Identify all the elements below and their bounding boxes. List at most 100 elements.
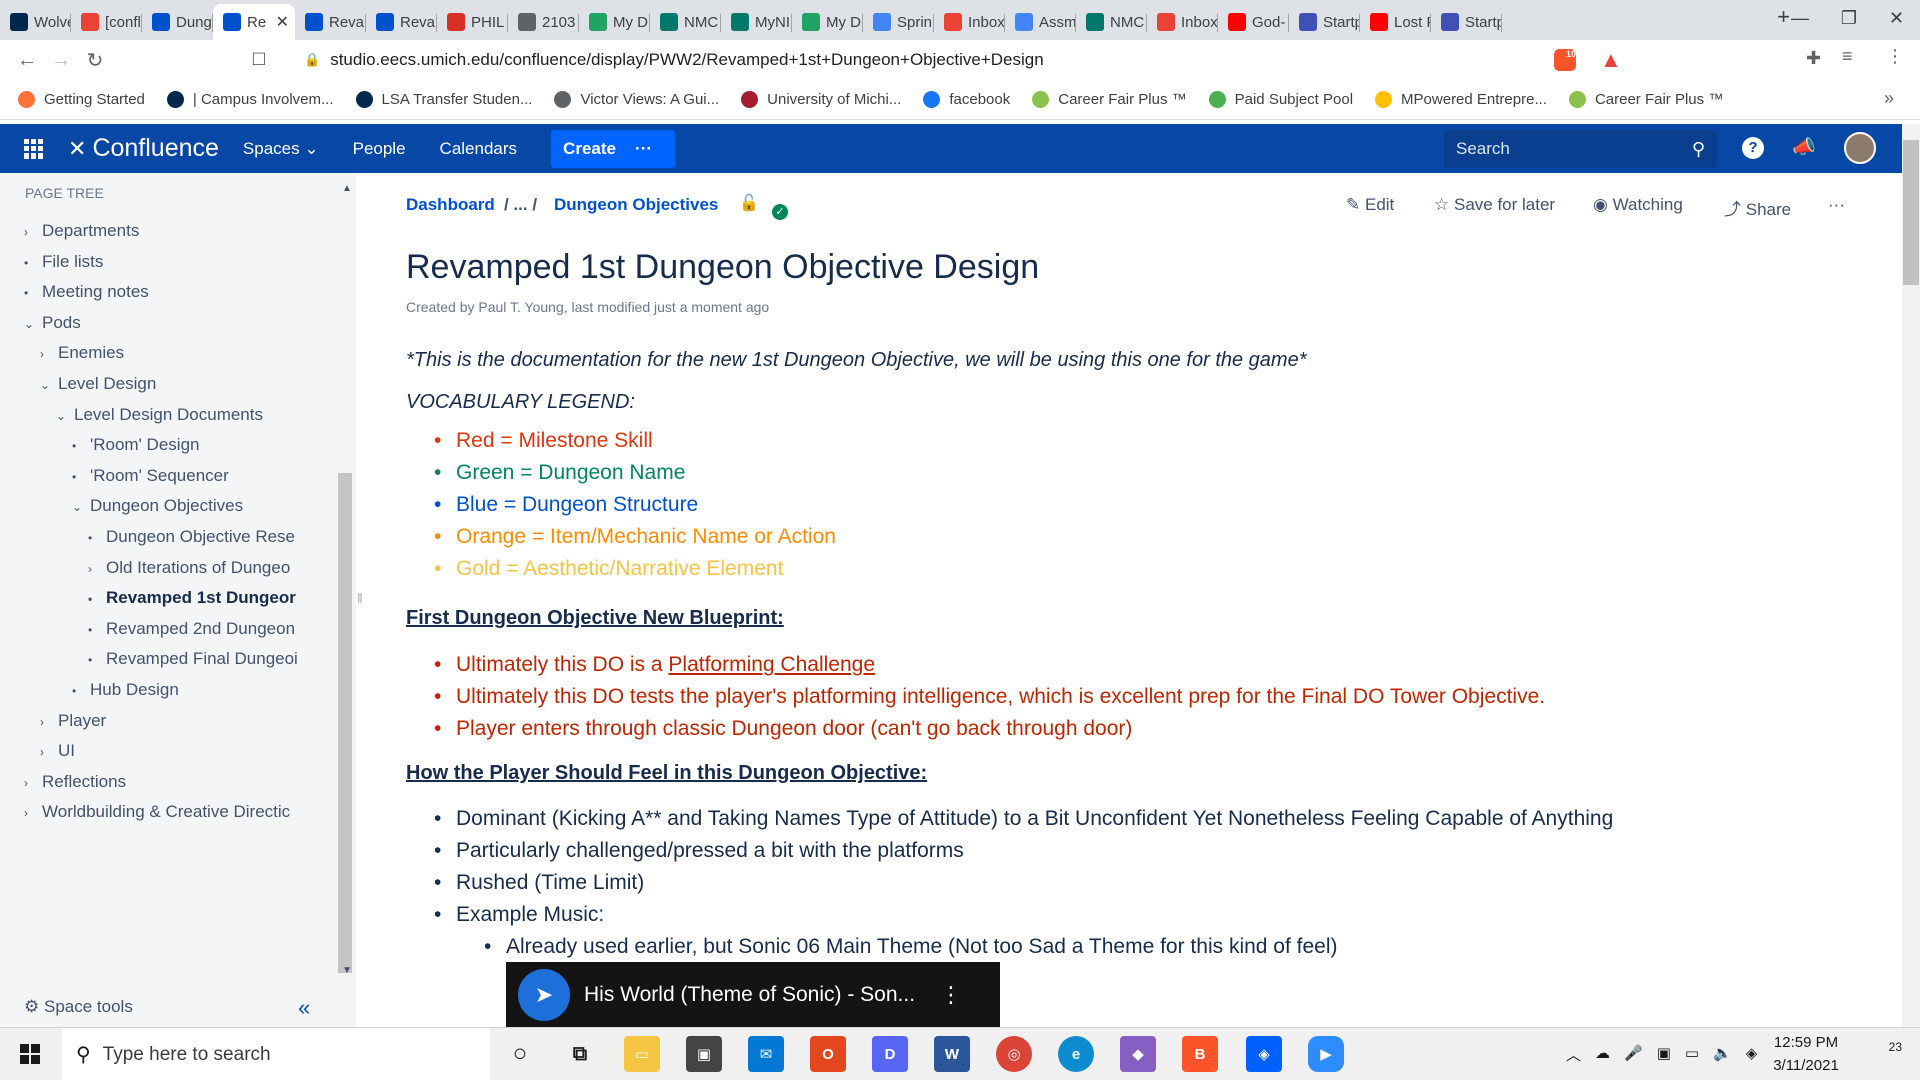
bookmark-item[interactable]: Paid Subject Pool (1208, 91, 1353, 108)
save-for-later-button[interactable]: ☆ Save for later (1434, 195, 1555, 215)
bookmark-item[interactable]: Victor Views: A Gui... (554, 91, 719, 108)
url-bar[interactable]: 🔒 studio.eecs.umich.edu/confluence/displ… (290, 44, 1630, 76)
tree-item[interactable]: • Hub Design (72, 680, 334, 700)
tree-item[interactable]: • File lists (24, 252, 334, 272)
chevron-right-icon[interactable]: › (40, 347, 58, 361)
menu-icon[interactable]: ⋮ (1886, 46, 1904, 67)
bookmark-item[interactable]: Career Fair Plus ™ (1568, 91, 1723, 108)
avatar[interactable] (1844, 132, 1876, 164)
collapse-sidebar-button[interactable]: « (298, 995, 310, 1021)
confluence-logo-icon[interactable]: ✕ (68, 136, 86, 162)
people-menu[interactable]: People (353, 139, 406, 159)
close-window-icon[interactable]: ✕ (1889, 8, 1904, 36)
tree-item[interactable]: • Revamped 2nd Dungeon (88, 619, 334, 639)
edit-button[interactable]: ✎ Edit (1346, 195, 1394, 215)
extensions-icon[interactable]: ✚ (1806, 48, 1821, 69)
browser-tab[interactable]: NMC (1076, 4, 1147, 40)
confluence-brand[interactable]: Confluence (92, 134, 218, 163)
space-tools[interactable]: ⚙ Space tools (24, 997, 133, 1017)
tree-item[interactable]: › Old Iterations of Dungeo (88, 558, 334, 578)
tree-item[interactable]: › Reflections (24, 772, 334, 792)
tree-item[interactable]: • Revamped Final Dungeoi (88, 649, 334, 669)
bookmark-item[interactable]: | Campus Involvem... (166, 91, 334, 108)
platforming-challenge-link[interactable]: Platforming Challenge (668, 653, 875, 676)
tree-item[interactable]: ⌄ Level Design Documents (56, 405, 334, 425)
chevron-right-icon[interactable]: › (24, 806, 42, 820)
search-input[interactable]: Search ⚲ (1444, 130, 1717, 168)
chevron-down-icon[interactable]: ⌄ (72, 500, 90, 514)
tree-item[interactable]: › UI (40, 741, 334, 761)
watching-button[interactable]: ◉ Watching (1593, 195, 1683, 215)
tree-item[interactable]: • 'Room' Sequencer (72, 466, 334, 486)
breadcrumb-separator[interactable]: / ... / (504, 195, 537, 215)
chevron-right-icon[interactable]: › (40, 745, 58, 759)
more-bookmarks-icon[interactable]: » (1884, 88, 1894, 109)
tree-item[interactable]: › Worldbuilding & Creative Directic (24, 802, 334, 822)
chevron-down-icon[interactable]: ⌄ (24, 317, 42, 331)
close-tab-icon[interactable]: ✕ (276, 12, 289, 32)
bookmark-item[interactable]: facebook (923, 91, 1010, 108)
zoom-icon[interactable]: ▶ (1308, 1036, 1344, 1072)
bookmark-item[interactable]: MPowered Entrepre... (1375, 91, 1547, 108)
search-icon[interactable]: ⚲ (1692, 139, 1705, 160)
office-icon[interactable]: O (810, 1036, 846, 1072)
chevron-right-icon[interactable]: › (88, 562, 106, 576)
brave-shield-icon[interactable]: 10 (1554, 49, 1576, 71)
dropbox-icon[interactable]: ◈ (1246, 1036, 1282, 1072)
browser-tab[interactable]: Wolve (0, 4, 71, 40)
tree-item[interactable]: ⌄ Pods (24, 313, 334, 333)
battery-icon[interactable]: ▭ (1685, 1044, 1699, 1065)
playlist-icon[interactable]: ≡ (1842, 46, 1853, 67)
onedrive-icon[interactable]: ☁ (1595, 1044, 1610, 1065)
brave-rewards-icon[interactable]: ▲ (1600, 47, 1622, 73)
tree-item[interactable]: › Departments (24, 221, 334, 241)
tree-item[interactable]: › Player (40, 711, 334, 731)
channel-avatar-icon[interactable]: ➤ (518, 969, 570, 1021)
chevron-down-icon[interactable]: ⌄ (40, 378, 58, 392)
camera-icon[interactable]: ▣ (1657, 1044, 1671, 1065)
back-icon[interactable]: ← (10, 43, 44, 77)
chevron-down-icon[interactable]: ⌄ (56, 409, 74, 423)
page-scrollbar-thumb[interactable] (1903, 140, 1919, 285)
chevron-right-icon[interactable]: › (40, 715, 58, 729)
help-icon[interactable]: ? (1742, 137, 1764, 159)
browser-tab[interactable]: Revan (295, 4, 366, 40)
word-icon[interactable]: W (934, 1036, 970, 1072)
browser-tab[interactable]: 2103 (508, 4, 579, 40)
reload-icon[interactable]: ↻ (78, 43, 112, 77)
youtube-embed[interactable]: ➤ His World (Theme of Sonic) - Son... ⋮ (506, 962, 1000, 1027)
breadcrumb-current[interactable]: Dungeon Objectives (554, 195, 718, 215)
visual-studio-icon[interactable]: ◆ (1120, 1036, 1156, 1072)
forward-icon[interactable]: → (44, 43, 78, 77)
tree-item[interactable]: • Meeting notes (24, 282, 334, 302)
browser-tab[interactable]: Dung (142, 4, 213, 40)
chrome-icon[interactable]: ◎ (996, 1036, 1032, 1072)
cortana-icon[interactable]: ○ (502, 1036, 538, 1072)
calendars-menu[interactable]: Calendars (440, 139, 518, 159)
create-button[interactable]: Create (551, 139, 635, 159)
browser-tab[interactable]: Startp (1289, 4, 1360, 40)
bookmark-page-icon[interactable]: ☐ (242, 43, 276, 77)
maximize-icon[interactable]: ❐ (1841, 8, 1857, 36)
mail-icon[interactable]: ✉ (748, 1036, 784, 1072)
video-menu-icon[interactable]: ⋮ (940, 982, 962, 1008)
browser-tab[interactable]: Inbox (1147, 4, 1218, 40)
browser-tab[interactable]: Sprin (863, 4, 934, 40)
tree-item[interactable]: • 'Room' Design (72, 435, 334, 455)
tree-item[interactable]: › Enemies (40, 343, 334, 363)
browser-tab[interactable]: Inbox (934, 4, 1005, 40)
tree-item[interactable]: ⌄ Level Design (40, 374, 334, 394)
browser-tab[interactable]: Lost F (1360, 4, 1431, 40)
browser-tab[interactable]: God- (1218, 4, 1289, 40)
breadcrumb-dashboard[interactable]: Dashboard (406, 195, 495, 215)
store-icon[interactable]: ▣ (686, 1036, 722, 1072)
browser-tab[interactable]: Startp (1431, 4, 1502, 40)
discord-icon[interactable]: D (872, 1036, 908, 1072)
brave-icon[interactable]: B (1182, 1036, 1218, 1072)
taskbar-search-input[interactable]: ⚲ Type here to search (62, 1028, 490, 1081)
app-switcher-icon[interactable] (24, 138, 44, 159)
microphone-icon[interactable]: 🎤 (1624, 1044, 1643, 1065)
tree-item[interactable]: • Revamped 1st Dungeor (88, 588, 334, 608)
edge-icon[interactable]: e (1058, 1036, 1094, 1072)
bookmark-item[interactable]: Career Fair Plus ™ (1032, 91, 1187, 108)
